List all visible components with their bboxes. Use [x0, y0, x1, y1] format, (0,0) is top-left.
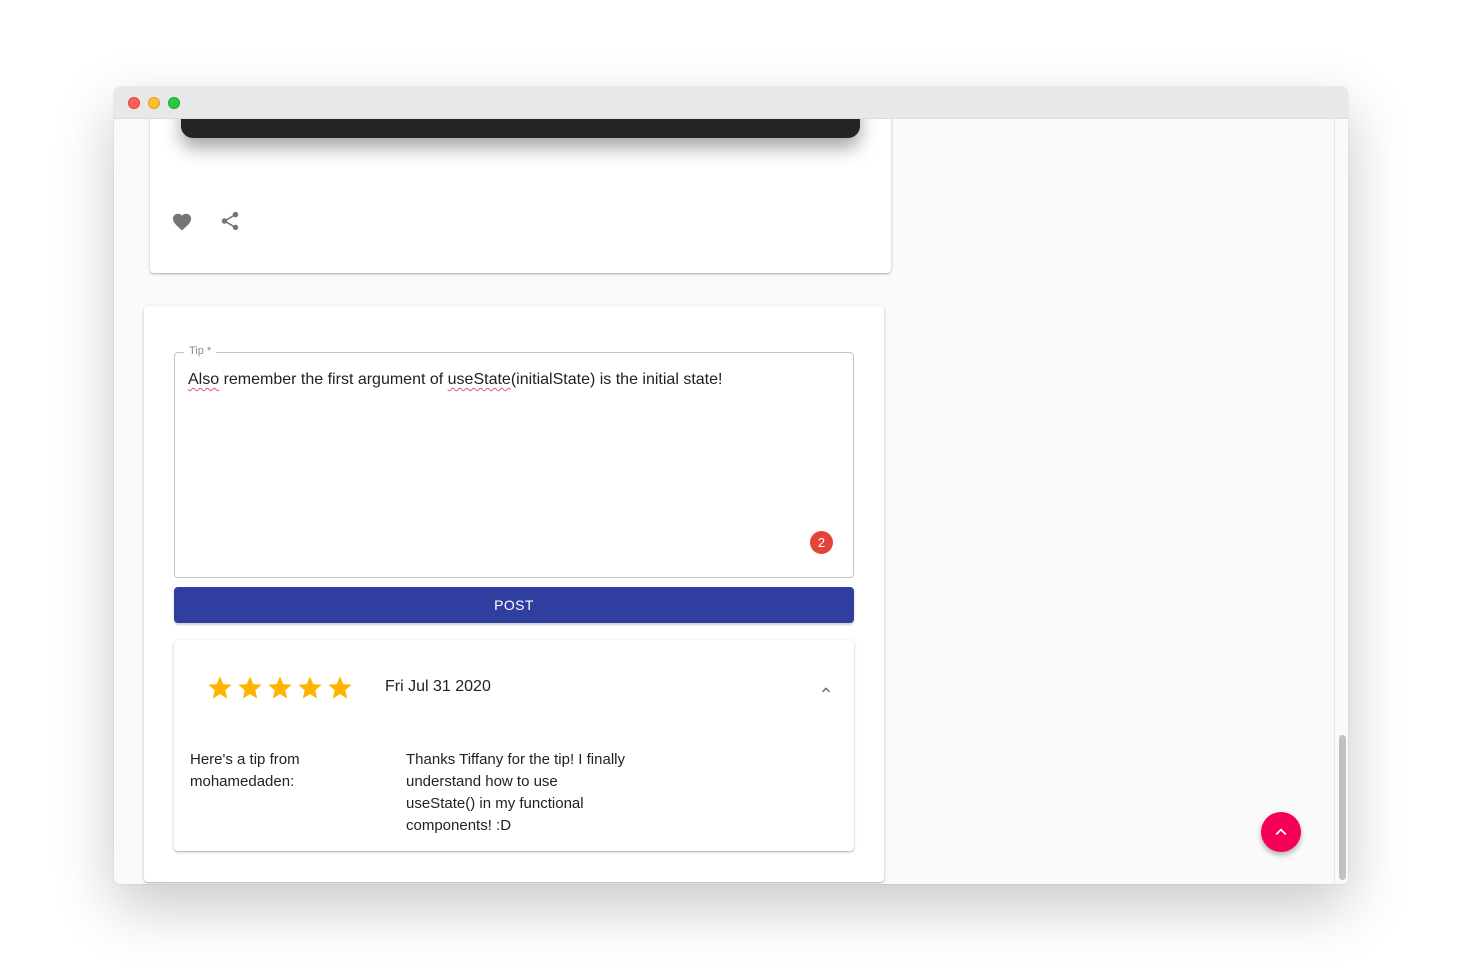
- review-body: Thanks Tiffany for the tip! I finally un…: [406, 751, 625, 834]
- star-icon: [208, 676, 232, 699]
- scroll-to-top-button[interactable]: [1261, 812, 1301, 852]
- star-icon: [268, 676, 292, 699]
- scrollbar[interactable]: [1334, 119, 1348, 884]
- tip-text-part: remember the first argument of: [219, 371, 448, 388]
- tip-textarea[interactable]: Tip * Also remember the first argument o…: [174, 345, 854, 578]
- star-icon: [238, 676, 262, 699]
- spellcheck-word: useState: [447, 371, 511, 388]
- tip-text-part: (initialState) is the initial state!: [510, 371, 723, 388]
- minimize-window-button[interactable]: [148, 97, 160, 109]
- review-date: Fri Jul 31 2020: [385, 678, 491, 695]
- close-window-button[interactable]: [128, 97, 140, 109]
- heart-icon[interactable]: [170, 209, 194, 233]
- grammar-count-badge[interactable]: 2: [810, 531, 833, 554]
- maximize-window-button[interactable]: [168, 97, 180, 109]
- tip-card: Tip * Also remember the first argument o…: [144, 306, 884, 882]
- chevron-up-icon: [1275, 828, 1287, 836]
- browser-window: Tip * Also remember the first argument o…: [114, 87, 1348, 884]
- tip-label: Tip *: [184, 345, 217, 357]
- chevron-up-icon[interactable]: [814, 678, 838, 702]
- share-icon[interactable]: [218, 209, 242, 233]
- post-card: [150, 119, 891, 273]
- star-icon: [298, 676, 322, 699]
- star-rating: [206, 674, 354, 702]
- page-viewport: Tip * Also remember the first argument o…: [114, 119, 1348, 884]
- scrollbar-thumb[interactable]: [1339, 735, 1346, 880]
- tip-text[interactable]: Also remember the first argument of useS…: [188, 370, 838, 390]
- review-author: Here's a tip from mohamedaden:: [190, 751, 300, 790]
- post-button[interactable]: POST: [174, 587, 854, 623]
- spellcheck-word: Also: [188, 371, 220, 388]
- media-preview: [181, 119, 860, 138]
- title-bar: [114, 87, 1348, 119]
- star-icon: [328, 676, 352, 699]
- review-panel: Fri Jul 31 2020 Here's a tip from mohame…: [174, 640, 854, 851]
- card-actions: [170, 207, 242, 235]
